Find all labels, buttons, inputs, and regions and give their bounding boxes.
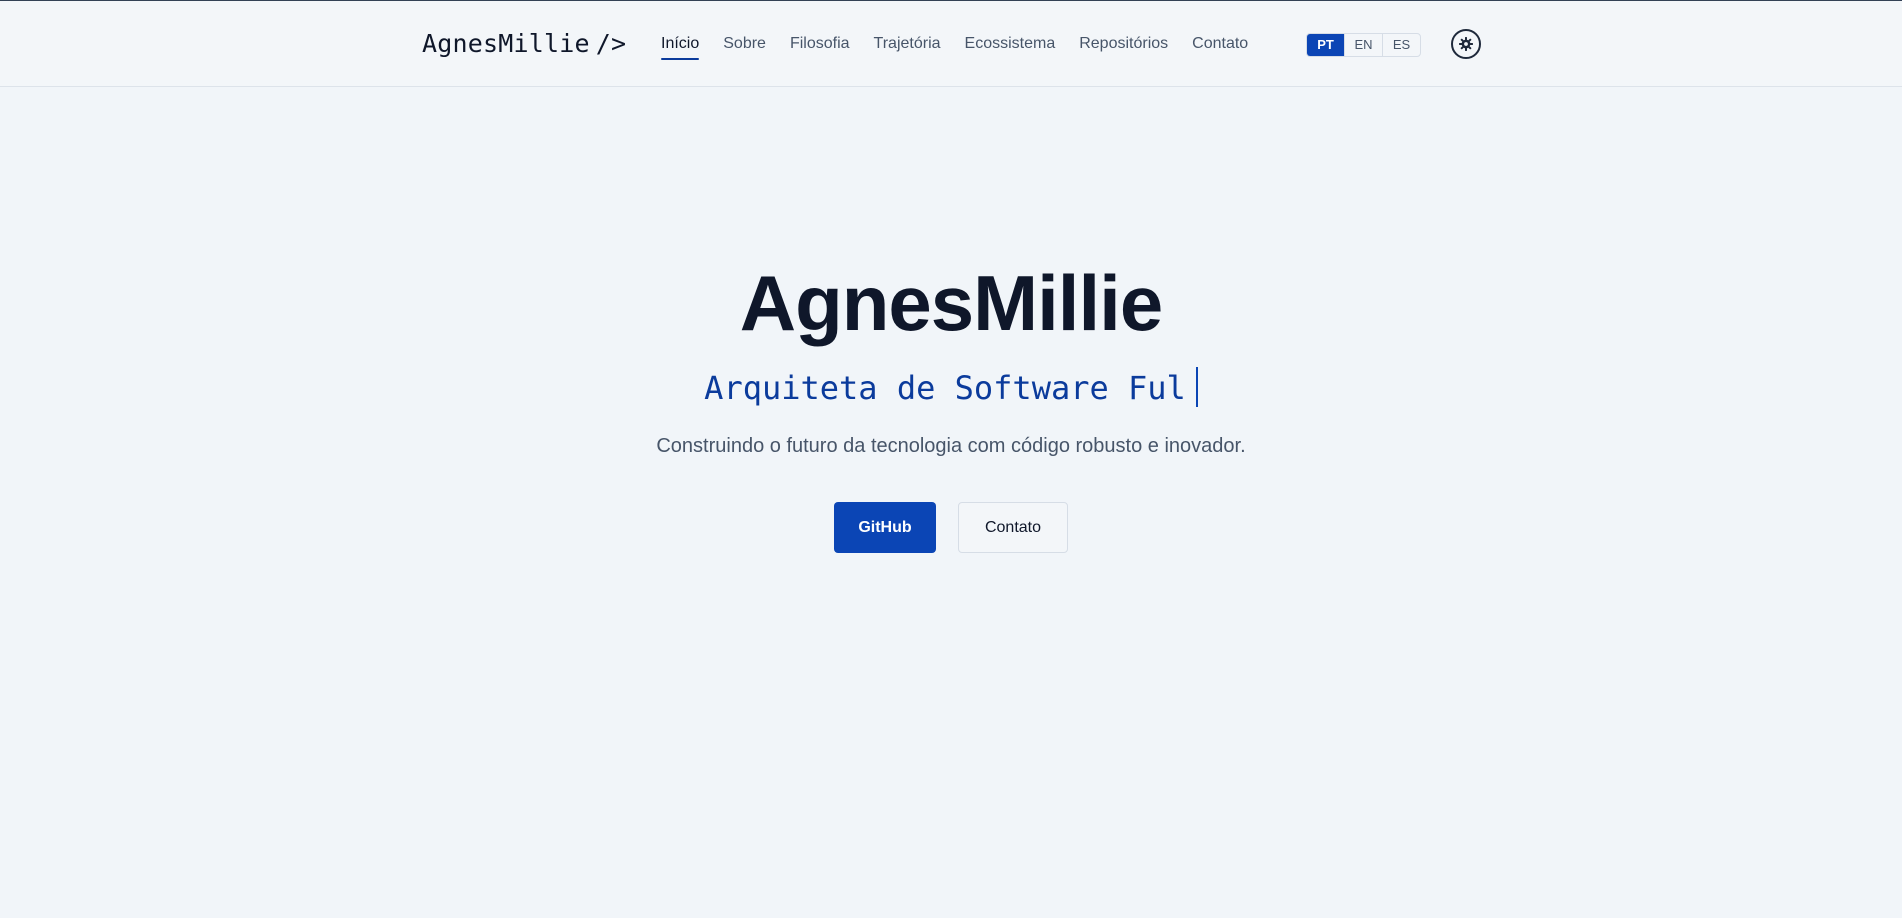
site-header: AgnesMillie /> Início Sobre Filosofia Tr… xyxy=(0,1,1902,87)
logo-text: AgnesMillie xyxy=(422,29,590,58)
logo[interactable]: AgnesMillie /> xyxy=(422,29,626,58)
nav-link-trajetoria[interactable]: Trajetória xyxy=(874,29,941,59)
nav-link-inicio[interactable]: Início xyxy=(661,29,700,60)
hero-subtitle: Arquiteta de Software Ful xyxy=(0,367,1902,407)
nav-link-sobre[interactable]: Sobre xyxy=(723,29,766,59)
contact-button[interactable]: Contato xyxy=(958,502,1068,553)
typing-cursor xyxy=(1195,367,1198,407)
nav-link-ecossistema[interactable]: Ecossistema xyxy=(965,29,1056,59)
main-nav: Início Sobre Filosofia Trajetória Ecossi… xyxy=(661,1,1248,87)
code-tag-icon: /> xyxy=(595,29,627,58)
nav-link-repositorios[interactable]: Repositórios xyxy=(1079,29,1168,59)
nav-link-contato[interactable]: Contato xyxy=(1192,29,1248,59)
hero-title: AgnesMillie xyxy=(739,259,1163,347)
hero-description: Construindo o futuro da tecnologia com c… xyxy=(656,435,1246,457)
lang-button-pt[interactable]: PT xyxy=(1307,34,1344,56)
gear-icon xyxy=(1459,37,1473,51)
lang-button-en[interactable]: EN xyxy=(1344,34,1382,56)
github-button[interactable]: GitHub xyxy=(834,502,936,553)
typing-text: Arquiteta de Software Ful xyxy=(704,369,1186,407)
theme-toggle-button[interactable] xyxy=(1451,29,1481,59)
hero-actions: GitHub Contato xyxy=(0,502,1902,553)
lang-button-es[interactable]: ES xyxy=(1382,34,1420,56)
language-switcher: PT EN ES xyxy=(1306,33,1421,57)
nav-link-filosofia[interactable]: Filosofia xyxy=(790,29,850,59)
